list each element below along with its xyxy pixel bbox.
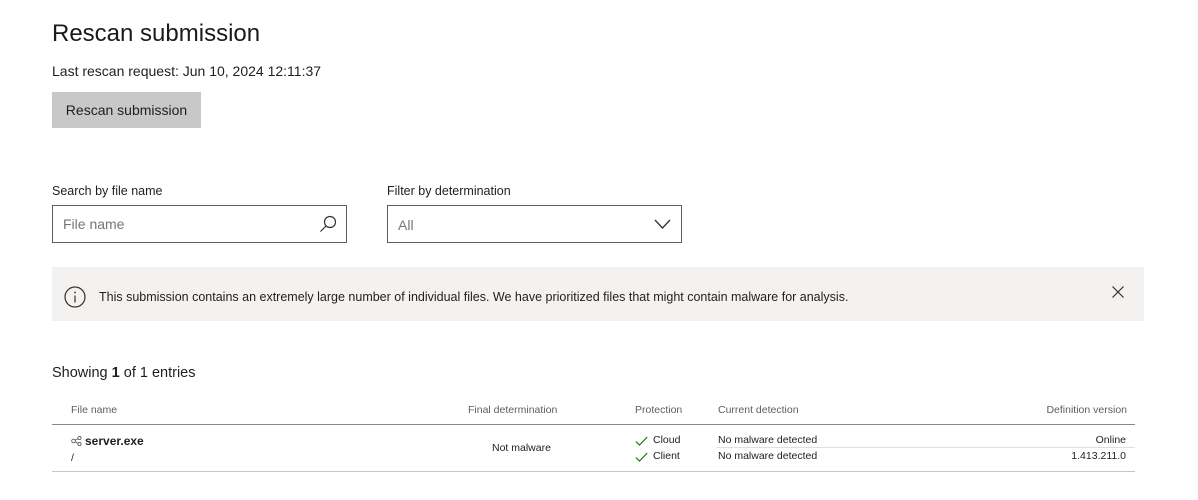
column-header-file-name[interactable]: File name <box>71 403 117 417</box>
results-count: Showing 1 of 1 entries <box>52 364 196 382</box>
client-detection-value: No malware detected <box>718 450 818 462</box>
banner-message: This submission contains an extremely la… <box>99 290 849 304</box>
column-header-final-determination[interactable]: Final determination <box>468 403 557 417</box>
showing-prefix: Showing <box>52 365 112 381</box>
file-network-icon <box>71 436 82 446</box>
file-path: / <box>71 452 74 464</box>
filter-label: Filter by determination <box>387 184 511 198</box>
showing-suffix: of 1 entries <box>119 365 196 381</box>
rescan-submission-button[interactable]: Rescan submission <box>52 92 201 128</box>
showing-count: 1 <box>111 365 120 381</box>
column-header-definition-version[interactable]: Definition version <box>1046 403 1127 417</box>
row-inner-divider <box>717 447 1135 448</box>
filter-selected-value: All <box>398 217 414 233</box>
search-label: Search by file name <box>52 184 163 198</box>
search-icon[interactable] <box>319 215 337 233</box>
protection-client-label: Client <box>653 450 680 462</box>
table-row-divider <box>52 471 1135 472</box>
final-determination-value: Not malware <box>492 442 551 454</box>
info-icon <box>64 286 86 308</box>
last-rescan-request: Last rescan request: Jun 10, 2024 12:11:… <box>52 63 322 79</box>
cloud-definition-version: Online <box>1095 434 1126 446</box>
table-header-divider <box>52 424 1135 425</box>
client-definition-version: 1.413.211.0 <box>1071 450 1126 462</box>
checkmark-icon <box>635 452 648 462</box>
search-input[interactable] <box>53 206 313 242</box>
column-header-current-detection[interactable]: Current detection <box>718 403 799 417</box>
cloud-detection-value: No malware detected <box>718 434 818 446</box>
determination-filter-select[interactable]: All <box>387 205 682 243</box>
search-field[interactable] <box>52 205 347 243</box>
close-icon[interactable] <box>1112 286 1124 298</box>
info-banner: This submission contains an extremely la… <box>52 267 1144 321</box>
file-name-link[interactable]: server.exe <box>85 433 144 449</box>
protection-cloud-label: Cloud <box>653 434 681 446</box>
column-header-protection[interactable]: Protection <box>635 403 682 417</box>
chevron-down-icon <box>654 219 671 229</box>
checkmark-icon <box>635 436 648 446</box>
page-title: Rescan submission <box>52 20 261 47</box>
